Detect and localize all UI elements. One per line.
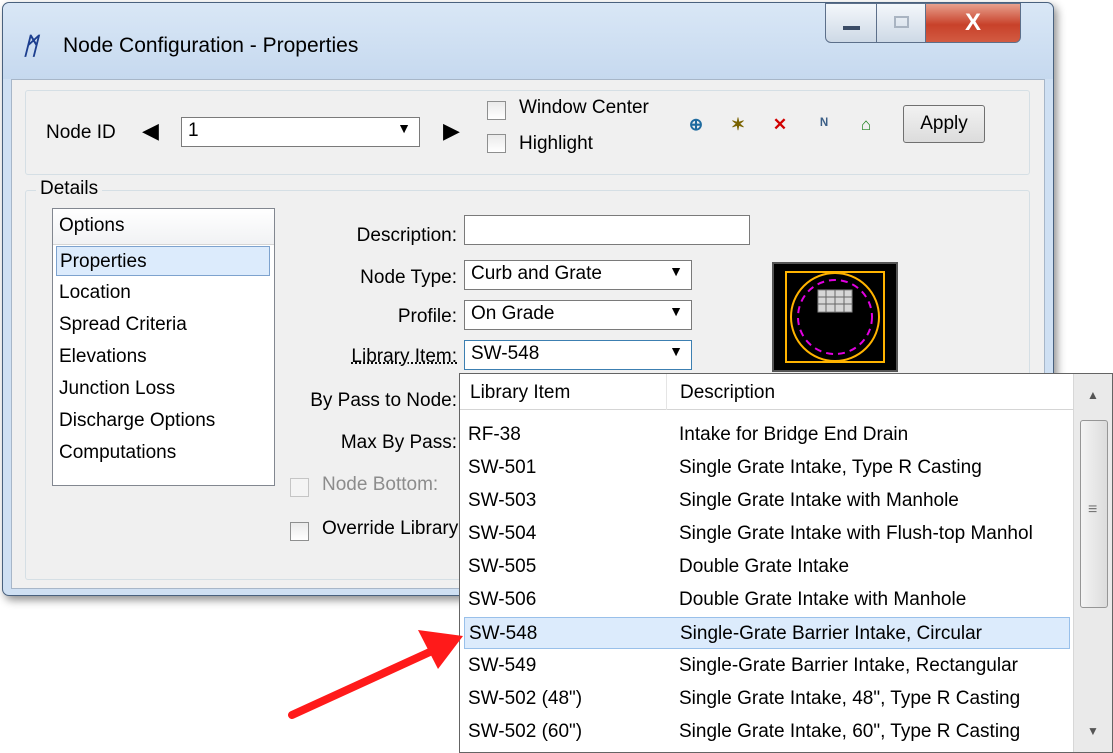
- scroll-up-icon[interactable]: ▲: [1087, 388, 1099, 402]
- next-node-button[interactable]: ▶: [443, 118, 460, 144]
- node-type-label: Node Type:: [360, 267, 457, 288]
- column-header-description: Description: [680, 382, 776, 403]
- close-icon: X: [964, 9, 981, 36]
- library-item-dropdown-list: Library Item Description RF-38 Intake for…: [459, 373, 1113, 753]
- window-title: Node Configuration - Properties: [63, 34, 359, 57]
- north-node-icon[interactable]: ᴺ: [810, 111, 838, 139]
- grip-icon: ≡: [1088, 501, 1098, 518]
- scrollbar-thumb[interactable]: ≡: [1080, 420, 1108, 608]
- node-preview-image: [772, 262, 898, 372]
- annotation-arrow-shaft: [288, 647, 436, 719]
- details-group-label: Details: [36, 178, 103, 200]
- node-bottom-label: Node Bottom:: [322, 474, 439, 495]
- column-divider: [666, 374, 667, 410]
- previous-node-button[interactable]: ◀: [142, 118, 159, 144]
- option-computations[interactable]: Computations: [56, 438, 270, 468]
- app-icon: ᛗ: [23, 33, 38, 60]
- chevron-down-icon: ▼: [669, 263, 683, 279]
- column-header-library-item: Library Item: [470, 382, 571, 403]
- node-id-label: Node ID: [46, 122, 116, 143]
- scroll-down-icon[interactable]: ▼: [1087, 724, 1099, 738]
- maximize-button[interactable]: [876, 3, 926, 43]
- library-item-value: SW-548: [471, 343, 540, 364]
- override-library-checkbox[interactable]: [290, 522, 309, 541]
- max-bypass-label: Max By Pass:: [340, 432, 457, 453]
- library-row[interactable]: SW-503 Single Grate Intake with Manhole: [464, 485, 1070, 517]
- node-bottom-checkbox[interactable]: [290, 478, 309, 497]
- profile-label: Profile:: [397, 306, 457, 327]
- add-node-icon[interactable]: ⊕: [682, 111, 710, 139]
- library-row[interactable]: SW-501 Single Grate Intake, Type R Castin…: [464, 452, 1070, 484]
- apply-button[interactable]: Apply: [903, 105, 985, 143]
- library-row[interactable]: SW-504 Single Grate Intake with Flush-top…: [464, 518, 1070, 550]
- library-node-icon[interactable]: ⌂: [852, 111, 880, 139]
- window-center-checkbox[interactable]: [487, 101, 506, 120]
- title-bar[interactable]: ᛗ Node Configuration - Properties X: [3, 3, 1053, 79]
- annotation-arrow-head: [418, 630, 463, 669]
- close-button[interactable]: X: [925, 3, 1021, 43]
- node-id-value: 1: [188, 120, 199, 141]
- node-type-value: Curb and Grate: [471, 263, 602, 284]
- library-item-label: Library Item:: [351, 346, 457, 367]
- highlight-checkbox[interactable]: [487, 134, 506, 153]
- new-node-icon[interactable]: ✶: [724, 111, 752, 139]
- option-junction-loss[interactable]: Junction Loss: [56, 374, 270, 404]
- chevron-down-icon: ▼: [397, 120, 411, 136]
- minimize-button[interactable]: [825, 3, 877, 43]
- window-center-label: Window Center: [519, 97, 649, 118]
- option-location[interactable]: Location: [56, 278, 270, 308]
- option-discharge-options[interactable]: Discharge Options: [56, 406, 270, 436]
- bypass-to-node-label: By Pass to Node:: [310, 390, 457, 411]
- library-item-dropdown[interactable]: SW-548 ▼: [464, 340, 692, 370]
- options-header: Options: [53, 209, 274, 245]
- chevron-down-icon: ▼: [669, 303, 683, 319]
- options-list: Options Properties Location Spread Crite…: [52, 208, 275, 486]
- library-row[interactable]: SW-505 Double Grate Intake: [464, 551, 1070, 583]
- override-library-label: Override Library: [322, 518, 459, 539]
- dropdown-header: Library Item Description: [460, 374, 1073, 410]
- option-spread-criteria[interactable]: Spread Criteria: [56, 310, 270, 340]
- profile-value: On Grade: [471, 303, 555, 324]
- description-label: Description:: [356, 225, 457, 246]
- library-row[interactable]: SW-502 (48") Single Grate Intake, 48", Ty…: [464, 683, 1070, 715]
- profile-dropdown[interactable]: On Grade ▼: [464, 300, 692, 330]
- node-id-dropdown[interactable]: 1 ▼: [181, 117, 420, 147]
- curb-grate-symbol: [785, 271, 885, 363]
- delete-node-icon[interactable]: ✕: [766, 111, 794, 139]
- maximize-icon: [894, 16, 909, 28]
- library-row[interactable]: SW-549 Single-Grate Barrier Intake, Recta…: [464, 650, 1070, 682]
- library-row[interactable]: SW-502 (60") Single Grate Intake, 60", Ty…: [464, 716, 1070, 748]
- option-properties[interactable]: Properties: [56, 246, 270, 276]
- option-elevations[interactable]: Elevations: [56, 342, 270, 372]
- highlight-label: Highlight: [519, 133, 593, 154]
- vertical-scrollbar[interactable]: ▲ ≡ ▼: [1073, 374, 1112, 752]
- library-row[interactable]: RF-38 Intake for Bridge End Drain: [464, 419, 1070, 451]
- library-row[interactable]: SW-506 Double Grate Intake with Manhole: [464, 584, 1070, 616]
- node-type-dropdown[interactable]: Curb and Grate ▼: [464, 260, 692, 290]
- minimize-icon: [843, 26, 860, 30]
- description-field[interactable]: [464, 215, 750, 245]
- library-row-selected[interactable]: SW-548 Single-Grate Barrier Intake, Circu…: [464, 617, 1070, 649]
- chevron-down-icon: ▼: [669, 343, 683, 359]
